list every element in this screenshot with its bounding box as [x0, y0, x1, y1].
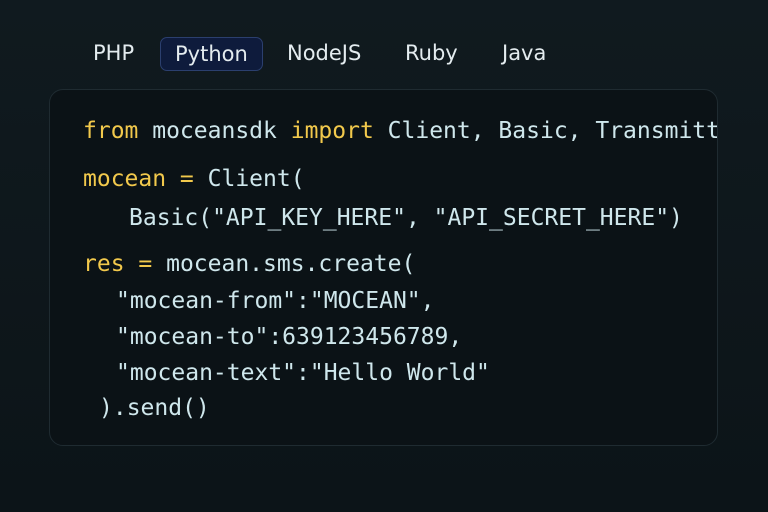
- assign-mocean: mocean =: [83, 166, 194, 192]
- code-line-1: from moceansdk import Client, Basic, Tra…: [83, 116, 718, 146]
- module-name: moceansdk: [138, 118, 291, 144]
- tab-python[interactable]: Python: [160, 37, 263, 71]
- assign-res: res =: [83, 251, 153, 277]
- tab-ruby[interactable]: Ruby: [405, 37, 458, 71]
- client-call: Client(: [193, 166, 305, 192]
- code-line-5: "mocean-from":"MOCEAN",: [116, 288, 435, 314]
- code-line-7: "mocean-text":"Hello World": [116, 360, 490, 386]
- tab-nodejs[interactable]: NodeJS: [287, 37, 361, 71]
- language-tabs: PHP Python NodeJS Ruby Java: [0, 0, 768, 90]
- code-line-6: "mocean-to":639123456789,: [116, 324, 463, 350]
- keyword-from: from: [83, 118, 139, 144]
- sms-create-call: mocean.sms.create(: [152, 251, 416, 277]
- code-line-4: res = mocean.sms.create(: [83, 249, 415, 279]
- code-panel: from moceansdk import Client, Basic, Tra…: [49, 89, 718, 446]
- tab-java[interactable]: Java: [502, 37, 546, 71]
- keyword-import: import: [290, 118, 374, 144]
- code-line-8: ).send(): [99, 395, 210, 421]
- code-line-3: Basic("API_KEY_HERE", "API_SECRET_HERE"): [129, 205, 683, 231]
- imported-names: Client, Basic, Transmitt: [373, 118, 718, 144]
- code-line-2: mocean = Client(: [83, 164, 305, 194]
- code-block: from moceansdk import Client, Basic, Tra…: [50, 90, 718, 445]
- tab-php[interactable]: PHP: [93, 37, 134, 71]
